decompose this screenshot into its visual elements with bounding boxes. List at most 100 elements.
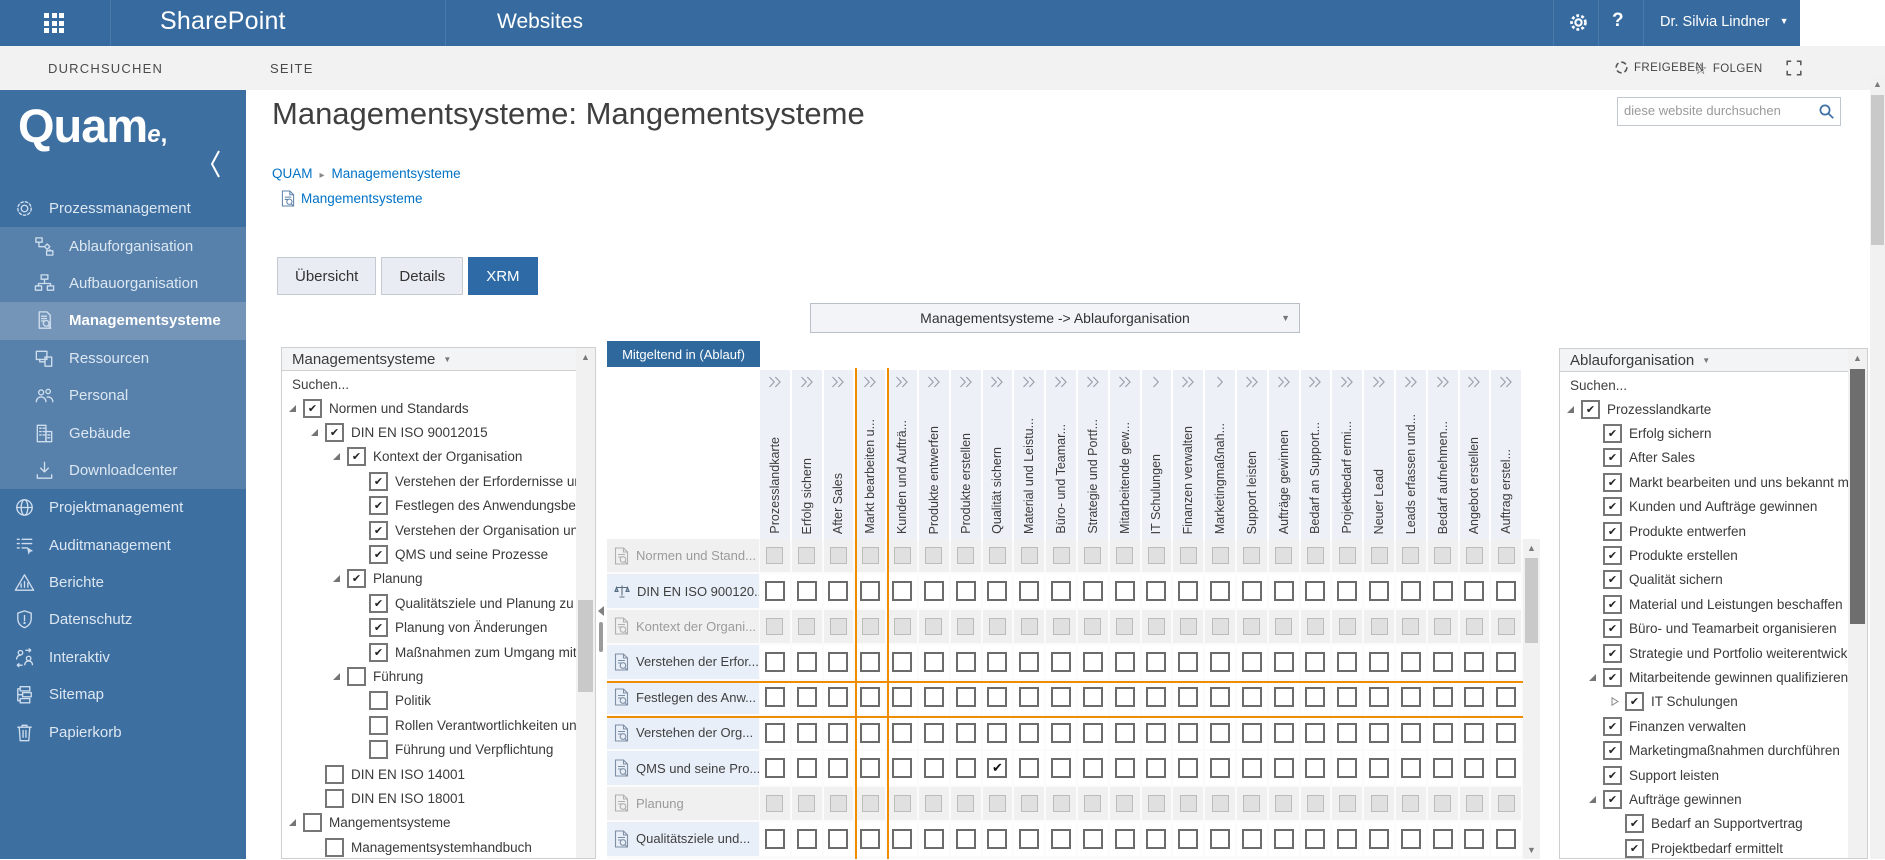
tree-checkbox[interactable] [347, 569, 366, 589]
matrix-checkbox[interactable] [1369, 828, 1390, 849]
matrix-checkbox[interactable] [1369, 758, 1390, 779]
matrix-checkbox[interactable] [1241, 722, 1262, 743]
sidebar-item-datenschutz[interactable]: Datenschutz [0, 601, 246, 638]
right-tree-item-it-schulungen[interactable]: IT Schulungen [1560, 690, 1848, 714]
scroll-up-icon[interactable]: ▲ [1870, 75, 1885, 93]
matrix-checkbox[interactable] [1400, 651, 1421, 672]
left-tree-item-din-en-iso-90012015[interactable]: DIN EN ISO 90012015 [282, 420, 576, 444]
matrix-cell[interactable] [887, 574, 917, 608]
matrix-checkbox[interactable] [1400, 758, 1421, 779]
matrix-cell[interactable] [855, 822, 886, 856]
left-panel-header[interactable]: Managementsysteme ▼ [282, 348, 578, 371]
ribbon-tab-durchsuchen[interactable]: DURCHSUCHEN [48, 61, 163, 76]
matrix-cell[interactable] [1300, 609, 1331, 644]
tree-checkbox[interactable] [1603, 643, 1622, 663]
matrix-cell[interactable] [1459, 822, 1490, 856]
tree-checkbox[interactable] [303, 398, 322, 418]
matrix-cell[interactable] [982, 716, 1013, 750]
matrix-cell[interactable] [1491, 574, 1522, 608]
left-tree-item-managementsystemhandbuch[interactable]: Managementsystemhandbuch [282, 835, 576, 859]
matrix-checkbox[interactable] [1432, 758, 1453, 779]
sidebar-item-ablauforganisation[interactable]: Ablauforganisation [0, 227, 246, 265]
matrix-checkbox[interactable] [1400, 581, 1421, 602]
matrix-cell[interactable] [887, 822, 917, 856]
matrix-cell[interactable] [1205, 645, 1235, 679]
matrix-checkbox[interactable] [1114, 687, 1135, 708]
matrix-checkbox[interactable] [764, 758, 785, 779]
matrix-cell[interactable] [1046, 822, 1076, 856]
matrix-cell[interactable] [1427, 680, 1458, 714]
matrix-cell[interactable] [823, 751, 854, 785]
matrix-cell[interactable] [1078, 786, 1108, 821]
matrix-checkbox[interactable] [1146, 651, 1167, 672]
right-tree-item-qualit-t-sichern[interactable]: Qualität sichern [1560, 568, 1848, 592]
matrix-cell[interactable] [1078, 751, 1108, 785]
matrix-cell[interactable] [1014, 645, 1045, 679]
matrix-cell[interactable] [1427, 609, 1458, 644]
matrix-checkbox[interactable] [796, 581, 817, 602]
share-button[interactable]: FREIGEBEN [1614, 60, 1704, 75]
matrix-checkbox[interactable] [860, 722, 881, 743]
matrix-cell[interactable] [1268, 822, 1299, 856]
tree-checkbox[interactable] [1581, 399, 1600, 419]
matrix-checkbox[interactable] [1464, 687, 1485, 708]
matrix-checkbox[interactable] [1432, 722, 1453, 743]
tree-checkbox[interactable] [1603, 741, 1622, 761]
subpage-link[interactable]: Mangementsysteme [281, 190, 423, 207]
right-tree-item-mitarbeitende-gewinnen-qualifizieren-und-binden[interactable]: Mitarbeitende gewinnen qualifizieren und… [1560, 665, 1848, 689]
splitter-grip[interactable] [599, 622, 603, 652]
matrix-checkbox[interactable] [1019, 722, 1040, 743]
matrix-row-label-qms-und-seine-pro[interactable]: QMS und seine Pro... [607, 751, 759, 785]
matrix-cell[interactable] [855, 539, 886, 573]
scrollbar-thumb[interactable] [1850, 369, 1865, 624]
sidebar-item-auditmanagement[interactable]: Auditmanagement [0, 527, 246, 564]
left-tree-item-planung[interactable]: Planung [282, 567, 576, 591]
right-tree-item-produkte-erstellen[interactable]: Produkte erstellen [1560, 543, 1848, 567]
matrix-cell[interactable] [1300, 716, 1331, 750]
matrix-cell[interactable] [1109, 716, 1140, 750]
matrix-cell[interactable] [1046, 574, 1076, 608]
matrix-cell[interactable] [1141, 786, 1172, 821]
matrix-checkbox[interactable] [1146, 687, 1167, 708]
matrix-checkbox[interactable] [1273, 722, 1294, 743]
matrix-checkbox[interactable] [1210, 651, 1231, 672]
right-panel-header[interactable]: Ablauforganisation ▼ [1560, 349, 1850, 372]
matrix-checkbox[interactable] [1305, 581, 1326, 602]
tree-checkbox[interactable] [369, 520, 388, 540]
right-tree-item-support-leisten[interactable]: Support leisten [1560, 763, 1848, 787]
matrix-column-header-markt-bearbeiten-u[interactable]: Markt bearbeiten u... [855, 370, 886, 539]
matrix-row-label-verstehen-der-erfor[interactable]: Verstehen der Erfor... [607, 645, 759, 679]
matrix-checkbox[interactable] [1496, 828, 1517, 849]
app-launcher-icon[interactable] [44, 13, 66, 35]
matrix-cell[interactable] [760, 539, 790, 573]
matrix-checkbox[interactable] [1369, 722, 1390, 743]
matrix-checkbox[interactable] [1496, 581, 1517, 602]
matrix-checkbox[interactable] [860, 687, 881, 708]
matrix-cell[interactable] [1109, 680, 1140, 714]
matrix-cell[interactable] [1109, 786, 1140, 821]
matrix-cell[interactable] [950, 645, 981, 679]
scrollbar-thumb[interactable] [1871, 95, 1884, 245]
matrix-cell[interactable] [1173, 786, 1204, 821]
matrix-cell[interactable] [919, 751, 949, 785]
matrix-checkbox[interactable] [1464, 758, 1485, 779]
matrix-column-header-erfolg-sichern[interactable]: Erfolg sichern [791, 370, 822, 539]
matrix-cell[interactable] [855, 786, 886, 821]
tree-checkbox[interactable] [325, 423, 344, 443]
matrix-cell[interactable] [1332, 680, 1363, 714]
tree-checkbox[interactable] [369, 715, 388, 735]
brand-sharepoint[interactable]: SharePoint [160, 7, 286, 36]
matrix-cell[interactable] [982, 609, 1013, 644]
matrix-checkbox[interactable] [828, 828, 849, 849]
matrix-row-label-planung[interactable]: Planung [607, 786, 759, 821]
matrix-column-header-angebot-erstellen[interactable]: Angebot erstellen [1459, 370, 1490, 539]
matrix-cell[interactable] [1459, 609, 1490, 644]
right-tree-item-after-sales[interactable]: After Sales [1560, 446, 1848, 470]
matrix-checkbox[interactable] [1369, 651, 1390, 672]
matrix-checkbox[interactable] [1241, 758, 1262, 779]
right-tree-item-projektbedarf-ermittelt[interactable]: Projektbedarf ermittelt [1560, 836, 1848, 860]
bersicht-button[interactable]: Übersicht [277, 257, 377, 295]
matrix-cell[interactable] [1141, 680, 1172, 714]
matrix-cell[interactable] [1205, 786, 1235, 821]
sidebar-item-aufbauorganisation[interactable]: Aufbauorganisation [0, 264, 246, 303]
